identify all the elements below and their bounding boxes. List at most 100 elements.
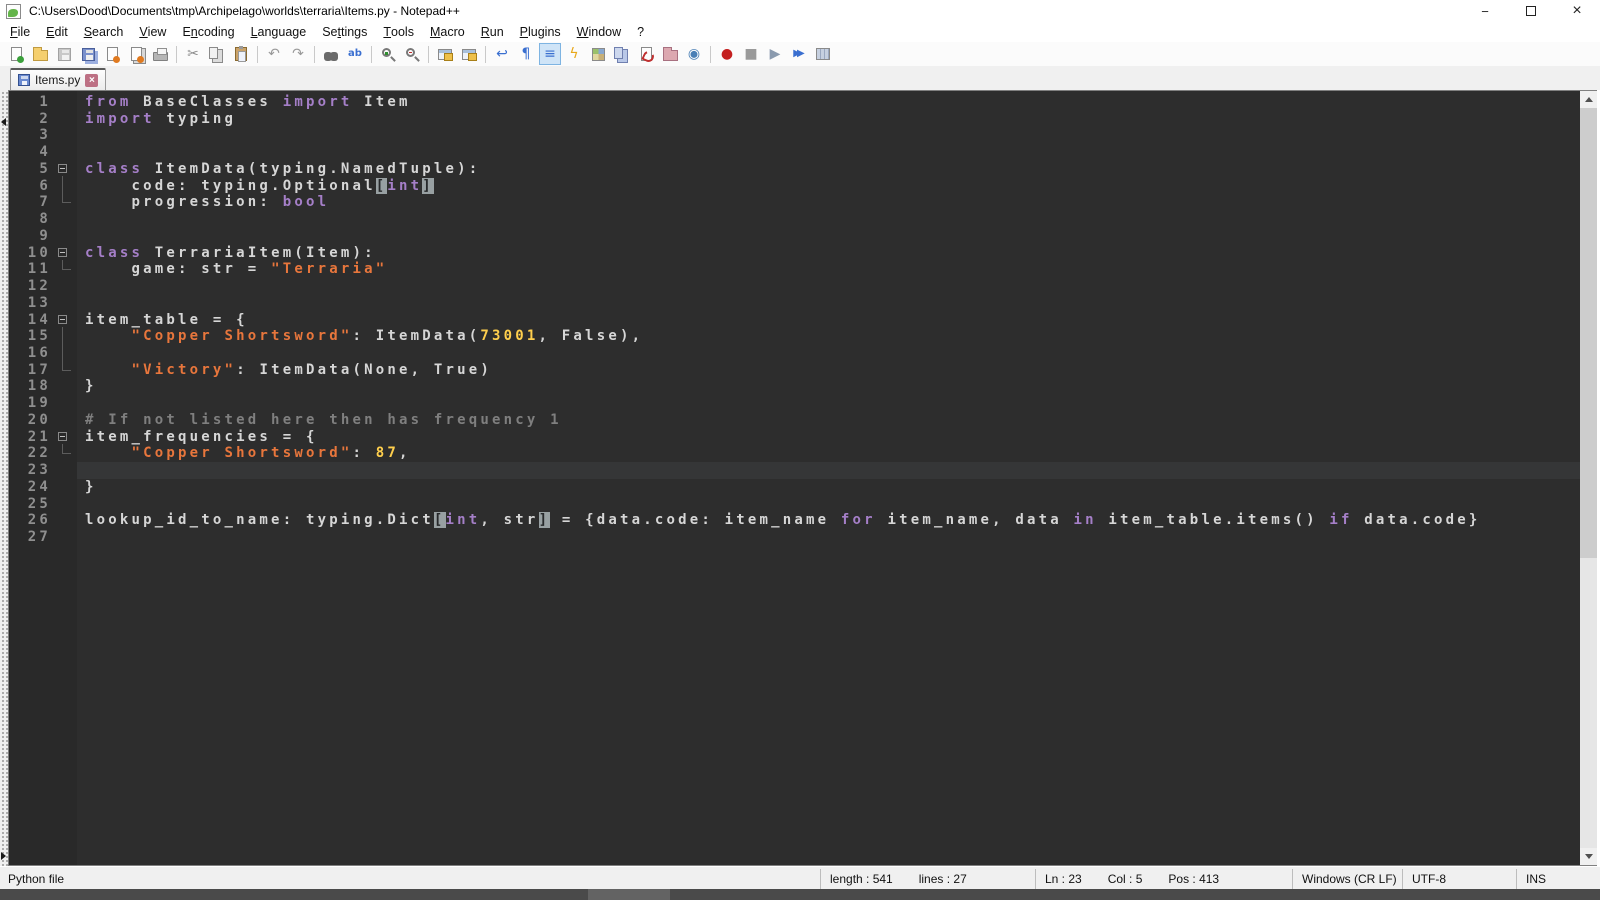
sync-horizontal-button[interactable] — [458, 43, 480, 65]
code-line[interactable]: 18} — [9, 378, 1580, 395]
fold-marker[interactable] — [51, 312, 77, 329]
code-line[interactable]: 8 — [9, 211, 1580, 228]
menu-tools[interactable]: Tools — [375, 22, 422, 42]
line-number[interactable]: 25 — [9, 496, 51, 513]
line-number[interactable]: 27 — [9, 529, 51, 546]
code-text[interactable]: # If not listed here then has frequency … — [77, 412, 1580, 429]
line-number[interactable]: 13 — [9, 295, 51, 312]
code-line[interactable]: 21item_frequencies = { — [9, 429, 1580, 446]
fold-collapse-icon[interactable] — [58, 432, 67, 441]
line-number[interactable]: 24 — [9, 479, 51, 496]
line-number[interactable]: 22 — [9, 445, 51, 462]
define-language-button[interactable] — [635, 43, 657, 65]
tab-items-py[interactable]: Items.py× — [10, 68, 106, 90]
word-wrap-button[interactable]: ↩ — [491, 43, 513, 65]
code-line[interactable]: 22 "Copper Shortsword": 87, — [9, 445, 1580, 462]
line-number[interactable]: 6 — [9, 178, 51, 195]
function-list-button[interactable]: ϟ — [563, 43, 585, 65]
show-all-characters-button[interactable]: ¶ — [515, 43, 537, 65]
code-text[interactable] — [77, 395, 1580, 412]
code-line[interactable]: 11 game: str = "Terraria" — [9, 261, 1580, 278]
line-number[interactable]: 16 — [9, 345, 51, 362]
replace-button[interactable]: ab — [344, 43, 366, 65]
line-number[interactable]: 23 — [9, 462, 51, 479]
menu-macro[interactable]: Macro — [422, 22, 473, 42]
code-line[interactable]: 16 — [9, 345, 1580, 362]
code-line[interactable]: 17 "Victory": ItemData(None, True) — [9, 362, 1580, 379]
code-line[interactable]: 15 "Copper Shortsword": ItemData(73001, … — [9, 328, 1580, 345]
zoom-in-button[interactable] — [377, 43, 399, 65]
menu-plugins[interactable]: Plugins — [512, 22, 569, 42]
open-button[interactable] — [29, 43, 51, 65]
document-list-button[interactable] — [611, 43, 633, 65]
document-map-button[interactable] — [587, 43, 609, 65]
close-button[interactable] — [101, 43, 123, 65]
code-line[interactable]: 25 — [9, 496, 1580, 513]
menu-settings[interactable]: Settings — [314, 22, 375, 42]
scroll-up-arrow[interactable] — [1580, 91, 1597, 108]
menu-search[interactable]: Search — [76, 22, 132, 42]
cut-button[interactable]: ✂ — [182, 43, 204, 65]
code-text[interactable]: game: str = "Terraria" — [77, 261, 1580, 278]
menu-language[interactable]: Language — [243, 22, 315, 42]
menu-[interactable]: ? — [629, 22, 652, 42]
code-text[interactable]: "Victory": ItemData(None, True) — [77, 362, 1580, 379]
line-number[interactable]: 20 — [9, 412, 51, 429]
scrollbar-thumb[interactable] — [1580, 108, 1597, 558]
menu-run[interactable]: Run — [473, 22, 512, 42]
save-macro-button[interactable] — [812, 43, 834, 65]
tab-close-icon[interactable]: × — [85, 74, 98, 87]
print-button[interactable] — [149, 43, 171, 65]
code-line[interactable]: 6 code: typing.Optional[int] — [9, 178, 1580, 195]
copy-button[interactable] — [206, 43, 228, 65]
line-number[interactable]: 12 — [9, 278, 51, 295]
code-line[interactable]: 4 — [9, 144, 1580, 161]
line-number[interactable]: 9 — [9, 228, 51, 245]
fold-collapse-icon[interactable] — [58, 315, 67, 324]
code-text[interactable] — [77, 529, 1580, 546]
code-line[interactable]: 3 — [9, 127, 1580, 144]
fold-collapse-icon[interactable] — [58, 164, 67, 173]
line-number[interactable]: 19 — [9, 395, 51, 412]
menu-window[interactable]: Window — [569, 22, 629, 42]
close-window-button[interactable]: × — [1554, 0, 1600, 22]
code-text[interactable] — [77, 462, 1580, 479]
code-text[interactable] — [77, 144, 1580, 161]
new-file-button[interactable] — [5, 43, 27, 65]
fold-marker[interactable] — [51, 245, 77, 262]
line-number[interactable]: 2 — [9, 111, 51, 128]
restore-button[interactable] — [1508, 0, 1554, 22]
folder-as-workspace-button[interactable] — [659, 43, 681, 65]
save-all-button[interactable] — [77, 43, 99, 65]
code-text[interactable] — [77, 211, 1580, 228]
code-text[interactable] — [77, 278, 1580, 295]
status-encoding[interactable]: UTF-8 — [1402, 869, 1516, 889]
macro-record-button[interactable]: ● — [716, 43, 738, 65]
line-number[interactable]: 10 — [9, 245, 51, 262]
save-button[interactable] — [53, 43, 75, 65]
close-all-button[interactable] — [125, 43, 147, 65]
code-line[interactable]: 20 # If not listed here then has frequenc… — [9, 412, 1580, 429]
scroll-down-arrow[interactable] — [1580, 848, 1597, 865]
code-text[interactable] — [77, 345, 1580, 362]
zoom-out-button[interactable] — [401, 43, 423, 65]
code-text[interactable]: lookup_id_to_name: typing.Dict[int, str]… — [77, 512, 1580, 529]
line-number[interactable]: 1 — [9, 94, 51, 111]
code-text[interactable]: import typing — [77, 111, 1580, 128]
line-number[interactable]: 18 — [9, 378, 51, 395]
line-number[interactable]: 17 — [9, 362, 51, 379]
line-number[interactable]: 5 — [9, 161, 51, 178]
code-line[interactable]: 1from BaseClasses import Item — [9, 94, 1580, 111]
code-text[interactable]: } — [77, 479, 1580, 496]
macro-play-button[interactable]: ▶ — [764, 43, 786, 65]
code-line[interactable]: 26 lookup_id_to_name: typing.Dict[int, st… — [9, 512, 1580, 529]
code-line[interactable]: 5class ItemData(typing.NamedTuple): — [9, 161, 1580, 178]
fold-marker[interactable] — [51, 161, 77, 178]
code-line[interactable]: 10class TerrariaItem(Item): — [9, 245, 1580, 262]
line-number[interactable]: 26 — [9, 512, 51, 529]
code-text[interactable] — [77, 228, 1580, 245]
code-line[interactable]: 14item_table = { — [9, 312, 1580, 329]
line-number[interactable]: 11 — [9, 261, 51, 278]
code-line[interactable]: 24} — [9, 479, 1580, 496]
code-text[interactable]: item_frequencies = { — [77, 429, 1580, 446]
